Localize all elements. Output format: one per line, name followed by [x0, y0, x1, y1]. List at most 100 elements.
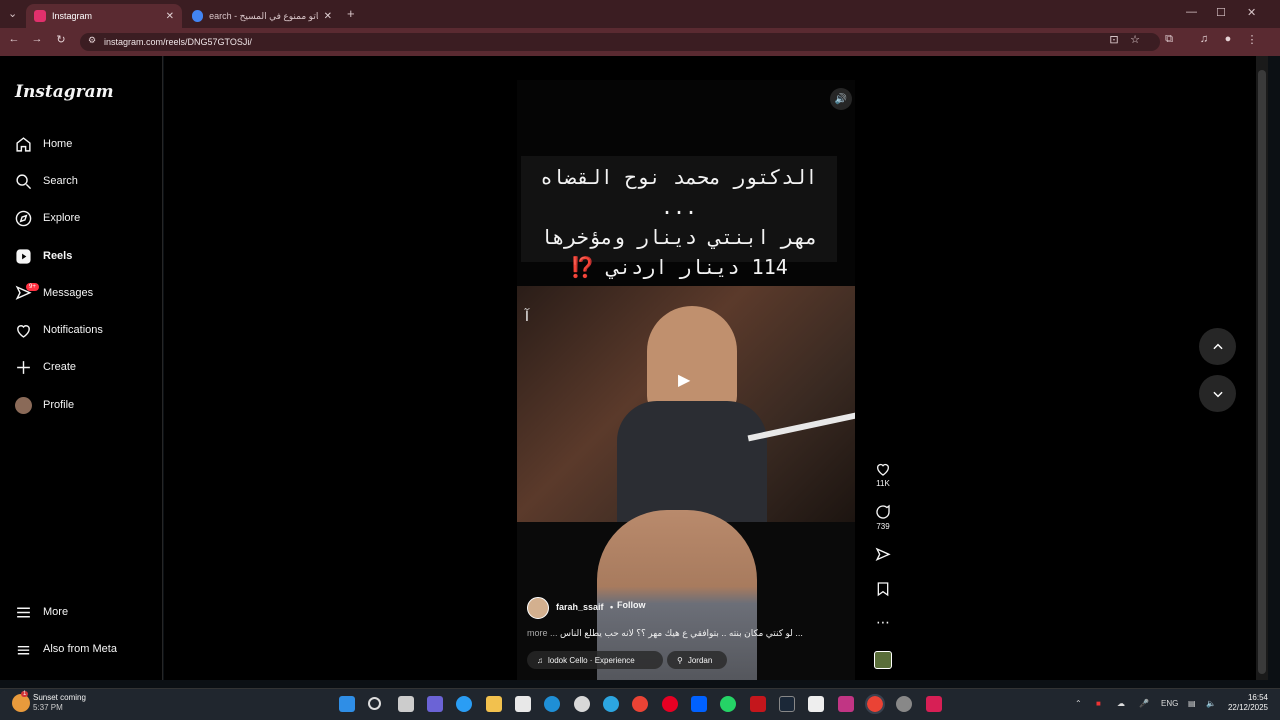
sidebar-item-also-from-meta[interactable]: Also from Meta	[15, 638, 117, 660]
location-label: Jordan	[687, 655, 713, 665]
overlay-line: 114 دينار اردني ⁉️	[570, 255, 788, 279]
tab-label: Instagram	[52, 11, 93, 21]
settings-icon[interactable]	[896, 696, 912, 712]
reload-icon[interactable]: ↻	[53, 33, 69, 46]
tray-app-icon[interactable]: ■	[1096, 699, 1101, 708]
dropbox-icon[interactable]	[691, 696, 707, 712]
sidebar-item-search[interactable]: Search	[15, 170, 78, 192]
chatgpt-icon[interactable]	[574, 696, 590, 712]
sidebar-item-reels[interactable]: Reels	[15, 245, 72, 267]
system-clock[interactable]: 16:54 22/12/2025	[1222, 693, 1268, 713]
instagram-app-icon[interactable]	[838, 696, 854, 712]
close-window-button[interactable]: ✕	[1247, 6, 1256, 19]
sidebar-item-explore[interactable]: Explore	[15, 207, 80, 229]
network-icon[interactable]: ▤	[1188, 699, 1196, 708]
audio-chip[interactable]: ♫ lodok Cello · Experience	[527, 651, 663, 669]
audio-label: lodok Cello · Experience	[548, 655, 635, 665]
install-app-icon[interactable]: ⊡	[1106, 33, 1122, 46]
app-icon-red[interactable]	[750, 696, 766, 712]
steam-icon[interactable]	[779, 696, 795, 712]
meta-icon	[17, 645, 30, 654]
location-chip[interactable]: ⚲ Jordan	[667, 651, 727, 669]
username-text: farah_ssaif	[556, 602, 604, 612]
volume-icon[interactable]: 🔊	[830, 88, 852, 110]
sidebar-item-more[interactable]: More	[15, 601, 68, 623]
app-icon-white[interactable]	[808, 696, 824, 712]
close-icon[interactable]: ✕	[166, 11, 174, 22]
file-explorer-icon[interactable]	[486, 696, 502, 712]
sidebar-item-label: Search	[43, 175, 78, 187]
close-icon[interactable]: ✕	[324, 11, 332, 22]
tab-search-icon[interactable]: ⌄	[8, 7, 17, 20]
sidebar-item-home[interactable]: Home	[15, 133, 72, 155]
speaker-icon[interactable]: 🔈	[1206, 699, 1216, 708]
overlay-line: مهر ابنتي دينار ومؤخرها	[540, 225, 818, 249]
previous-reel-button[interactable]	[1199, 328, 1236, 365]
avatar[interactable]	[527, 597, 549, 619]
save-button[interactable]	[872, 581, 894, 599]
weather-icon[interactable]	[12, 694, 30, 712]
site-info-icon[interactable]: ⚙	[84, 35, 100, 46]
minimize-button[interactable]: —	[1186, 6, 1197, 18]
sidebar-item-label: More	[43, 606, 69, 618]
more-options-icon[interactable]: ⋯	[872, 614, 894, 631]
task-view-icon[interactable]	[398, 696, 414, 712]
language-indicator[interactable]: ENG	[1161, 699, 1178, 708]
bookmark-icon	[877, 582, 889, 597]
chrome-menu-icon[interactable]: ⋮	[1244, 33, 1260, 46]
heart-icon	[877, 463, 889, 476]
weather-widget[interactable]: Sunset coming 5:37 PM	[33, 693, 86, 713]
speaker-body	[617, 401, 767, 522]
extensions-icon[interactable]: ⧉	[1161, 33, 1177, 46]
scrollbar-thumb[interactable]	[1258, 70, 1266, 674]
separator: •	[610, 602, 614, 612]
play-icon[interactable]: ▶	[678, 370, 698, 390]
video-frame: آ	[517, 286, 855, 522]
whatsapp-icon[interactable]	[720, 696, 736, 712]
sidebar-item-create[interactable]: Create	[15, 356, 76, 378]
profile-icon[interactable]: ●	[1220, 33, 1236, 45]
next-reel-button[interactable]	[1199, 375, 1236, 412]
new-tab-button[interactable]: +	[347, 6, 355, 21]
back-icon[interactable]: ←	[6, 33, 22, 45]
menu-icon	[17, 607, 30, 617]
tab-instagram[interactable]: Instagram ✕	[26, 4, 182, 28]
chrome-icon[interactable]	[632, 696, 648, 712]
search-icon[interactable]	[368, 697, 381, 710]
share-button[interactable]	[872, 547, 894, 565]
instagram-logo[interactable]: Instagram	[15, 82, 114, 102]
app-icon-pink[interactable]	[926, 696, 942, 712]
audio-thumbnail[interactable]	[874, 651, 892, 669]
search-icon	[16, 173, 32, 189]
sidebar-item-profile[interactable]: Profile	[15, 394, 74, 416]
sidebar-item-notifications[interactable]: Notifications	[15, 319, 103, 341]
edge-icon[interactable]	[544, 696, 560, 712]
more-link[interactable]: more ...	[527, 628, 558, 638]
chrome-active-icon[interactable]	[865, 694, 885, 714]
sidebar-item-label: Explore	[43, 212, 81, 224]
like-button[interactable]: 11K	[872, 461, 894, 488]
forward-icon[interactable]: →	[29, 33, 45, 45]
bookmark-star-icon[interactable]: ☆	[1127, 33, 1143, 46]
url-text: instagram.com/reels/DNG57GTOSJi/	[104, 37, 252, 47]
windows-start-icon[interactable]	[339, 696, 355, 712]
sidebar-item-label: Also from Meta	[43, 643, 117, 655]
caption[interactable]: more ... لو كنتي مكان بنته .. بتوافقي ع …	[527, 628, 849, 639]
username[interactable]: farah_ssaif •	[556, 602, 613, 612]
media-control-icon[interactable]: ♫	[1196, 33, 1212, 45]
microphone-icon[interactable]: 🎤	[1139, 699, 1149, 708]
clock-time: 16:54	[1247, 693, 1268, 702]
maximize-button[interactable]: ☐	[1216, 6, 1226, 19]
sidebar-item-label: Create	[43, 361, 77, 373]
pinterest-icon[interactable]	[662, 696, 678, 712]
store-icon[interactable]	[515, 696, 531, 712]
onedrive-icon[interactable]: ☁	[1117, 699, 1125, 708]
follow-button[interactable]: Follow	[617, 600, 646, 610]
comment-button[interactable]: 739	[872, 504, 894, 531]
telegram-icon[interactable]	[603, 696, 619, 712]
tab-google-search[interactable]: earch - التاتو ممنوع في المسيح ✕	[184, 4, 340, 28]
copilot-icon[interactable]	[456, 696, 472, 712]
teams-icon[interactable]	[427, 696, 443, 712]
show-hidden-icons-icon[interactable]: ⌃	[1075, 699, 1082, 708]
address-bar[interactable]: instagram.com/reels/DNG57GTOSJi/	[80, 33, 1160, 51]
